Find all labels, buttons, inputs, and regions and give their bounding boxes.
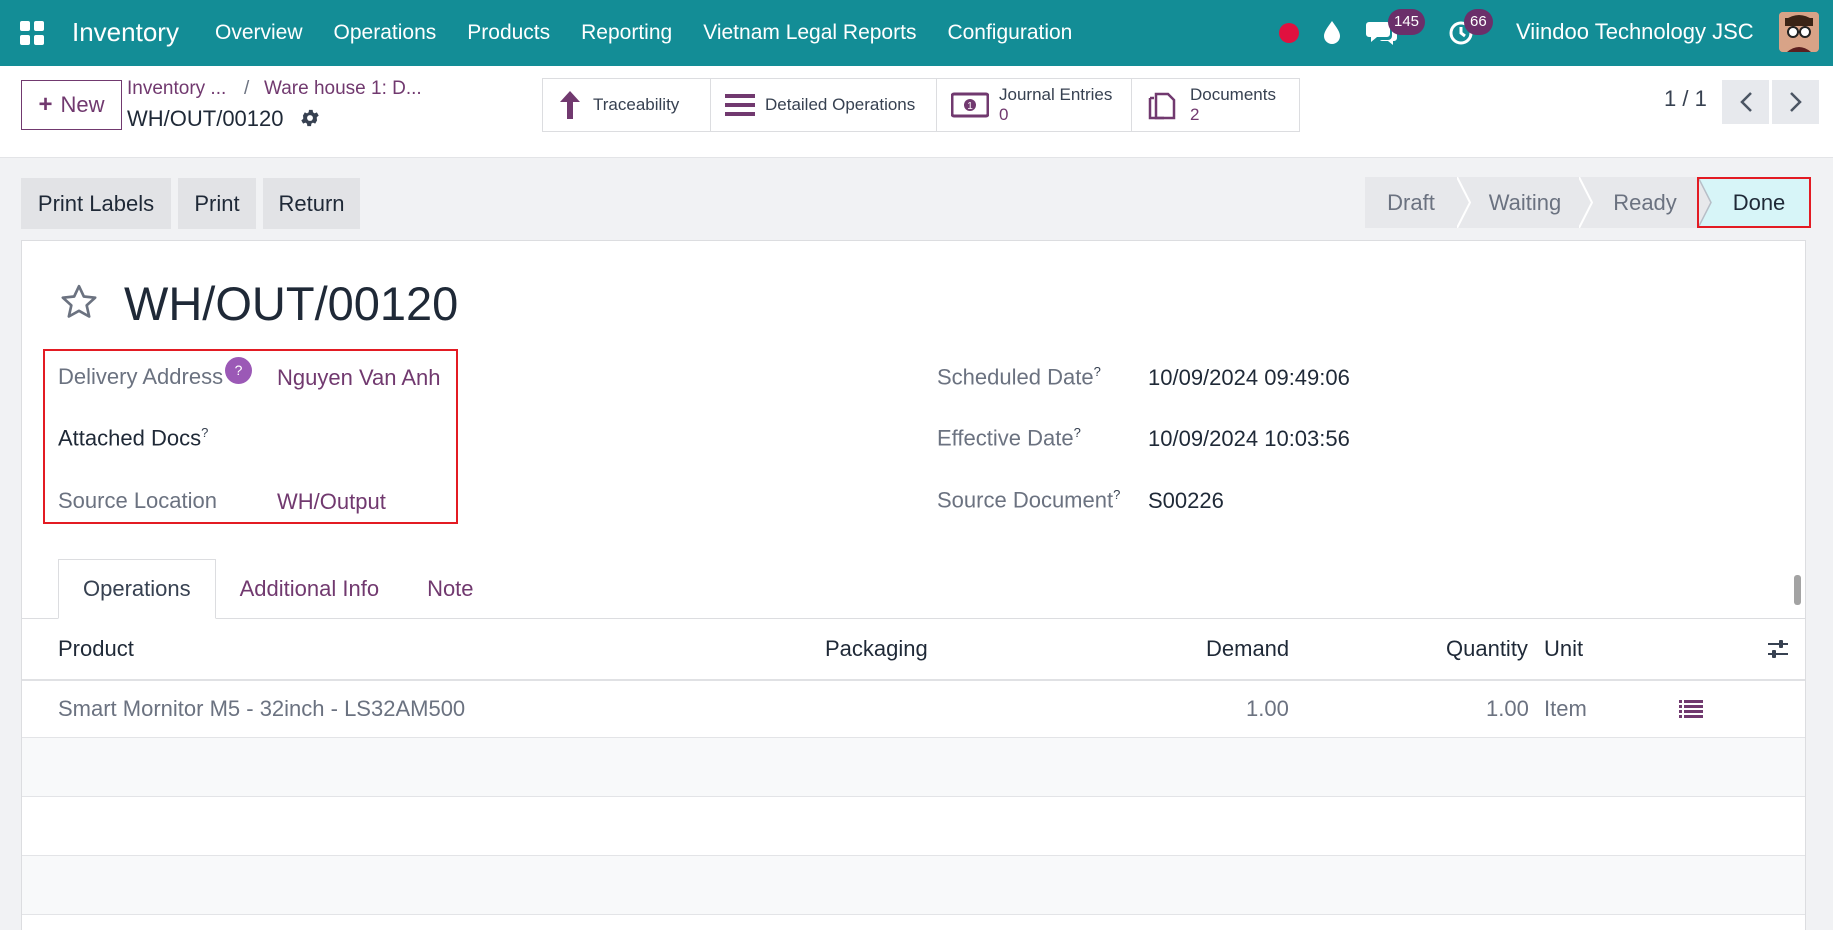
chevron-left-icon: [1739, 92, 1752, 112]
detailed-operations-label: Detailed Operations: [765, 95, 916, 114]
row-product[interactable]: Smart Mornitor M5 - 32inch - LS32AM500: [58, 696, 465, 722]
tab-operations[interactable]: Operations: [58, 559, 216, 619]
column-quantity[interactable]: Quantity: [1446, 636, 1528, 662]
menu-vietnam-legal-reports[interactable]: Vietnam Legal Reports: [703, 21, 916, 45]
main-menu: Overview Operations Products Reporting V…: [215, 0, 1103, 66]
scrollbar-thumb[interactable]: [1794, 575, 1801, 605]
breadcrumb-inventory[interactable]: Inventory ...: [127, 78, 226, 100]
row-divider: [22, 796, 1805, 797]
empty-row: [22, 738, 1805, 796]
documents-count: 2: [1190, 105, 1200, 124]
effective-date-value: 10/09/2024 10:03:56: [1148, 426, 1350, 451]
stage-separator-icon: [1457, 177, 1471, 228]
row-quantity[interactable]: 1.00: [1486, 696, 1529, 722]
stage-draft[interactable]: Draft: [1365, 177, 1457, 228]
column-unit[interactable]: Unit: [1544, 636, 1583, 662]
source-document-label: Source Document?: [937, 487, 1121, 513]
menu-overview[interactable]: Overview: [215, 21, 303, 45]
menu-products[interactable]: Products: [467, 21, 550, 45]
user-avatar[interactable]: [1779, 12, 1819, 52]
breadcrumb-separator: /: [244, 78, 250, 99]
svg-text:1: 1: [967, 101, 973, 112]
column-demand[interactable]: Demand: [1206, 636, 1289, 662]
detailed-operations-list-icon[interactable]: [1679, 699, 1703, 719]
menu-configuration[interactable]: Configuration: [947, 21, 1072, 45]
arrow-up-icon: [560, 91, 580, 119]
detailed-operations-button[interactable]: Detailed Operations: [711, 79, 937, 131]
breadcrumb-current-record: WH/OUT/00120: [127, 106, 284, 131]
tab-note[interactable]: Note: [403, 559, 497, 619]
row-unit[interactable]: Item: [1544, 696, 1587, 722]
highlight-annotation-box: [43, 349, 458, 524]
column-packaging[interactable]: Packaging: [825, 636, 928, 662]
stage-done[interactable]: Done: [1697, 177, 1811, 228]
scheduled-date-value[interactable]: 10/09/2024 09:49:06: [1148, 365, 1350, 391]
scheduled-date-label: Scheduled Date?: [937, 364, 1101, 390]
row-divider: [22, 914, 1805, 915]
stage-arrow-icon: [1699, 179, 1712, 226]
row-demand[interactable]: 1.00: [1246, 696, 1289, 722]
stage-separator-icon: [1579, 177, 1593, 228]
app-name[interactable]: Inventory: [72, 17, 179, 48]
source-document-value[interactable]: S00226: [1148, 488, 1224, 514]
new-button[interactable]: + New: [21, 80, 122, 130]
chat-count-badge: 145: [1388, 9, 1426, 35]
top-navbar: Inventory Overview Operations Products R…: [0, 0, 1833, 66]
list-bars-icon: [725, 94, 755, 116]
status-bar: Draft Waiting Ready Done: [1365, 177, 1811, 228]
effective-date-label: Effective Date?: [937, 425, 1081, 451]
table-header-divider: [22, 679, 1805, 681]
control-panel: + New Inventory ... / Ware house 1: D...…: [0, 66, 1833, 158]
journal-entries-button[interactable]: 1 Journal Entries 0: [937, 79, 1132, 131]
documents-button[interactable]: Documents 2: [1132, 79, 1299, 131]
menu-operations[interactable]: Operations: [334, 21, 437, 45]
pager-next-button[interactable]: [1772, 80, 1819, 124]
return-button[interactable]: Return: [263, 178, 360, 229]
chevron-right-icon: [1789, 92, 1802, 112]
company-switcher[interactable]: Viindoo Technology JSC: [1516, 19, 1754, 45]
menu-reporting[interactable]: Reporting: [581, 21, 672, 45]
recording-indicator-icon[interactable]: [1279, 23, 1299, 43]
stage-done-label: Done: [1732, 189, 1786, 215]
stage-ready[interactable]: Ready: [1593, 177, 1697, 228]
print-labels-button[interactable]: Print Labels: [21, 178, 171, 229]
notebook-tabs: Operations Additional Info Note: [58, 559, 498, 619]
documents-icon: [1148, 92, 1176, 120]
journal-entries-label: Journal Entries: [999, 85, 1113, 104]
traceability-label: Traceability: [593, 95, 680, 114]
journal-entries-count: 0: [999, 105, 1009, 124]
gear-icon[interactable]: [299, 107, 321, 129]
activity-count-badge: 66: [1464, 9, 1493, 35]
record-title: WH/OUT/00120: [124, 277, 459, 330]
plus-icon: +: [38, 91, 53, 118]
print-button[interactable]: Print: [178, 178, 256, 229]
tab-additional-info[interactable]: Additional Info: [216, 559, 403, 619]
stage-waiting[interactable]: Waiting: [1471, 177, 1579, 228]
empty-row: [22, 856, 1805, 914]
money-bill-icon: 1: [951, 92, 989, 118]
smart-buttons: Traceability Detailed Operations 1 Journ…: [542, 78, 1300, 132]
breadcrumb-warehouse[interactable]: Ware house 1: D...: [264, 78, 422, 100]
pager-previous-button[interactable]: [1722, 80, 1769, 124]
pager-value[interactable]: 1 / 1: [1664, 86, 1707, 112]
star-favorite-icon[interactable]: [58, 282, 100, 322]
apps-menu-icon[interactable]: [20, 21, 44, 45]
documents-label: Documents: [1190, 85, 1276, 104]
optional-columns-sliders-icon[interactable]: [1766, 637, 1790, 661]
water-drop-icon[interactable]: [1321, 19, 1343, 45]
traceability-button[interactable]: Traceability: [543, 79, 711, 131]
new-button-label: New: [60, 92, 105, 117]
column-product[interactable]: Product: [58, 636, 134, 662]
